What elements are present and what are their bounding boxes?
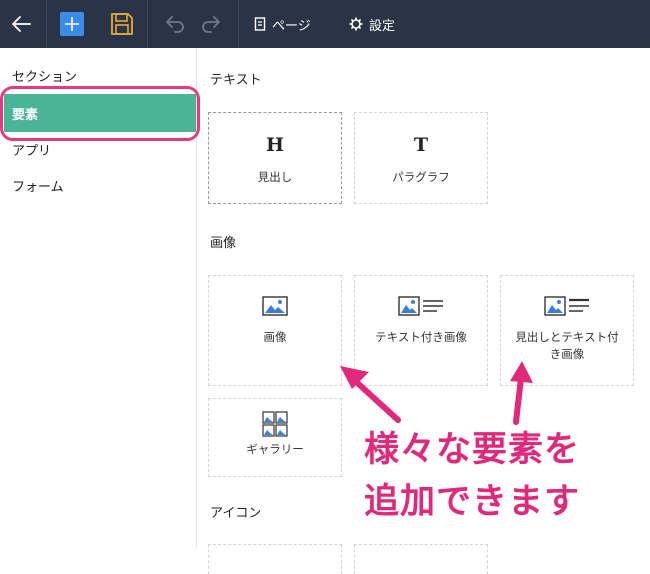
- sidebar-item-label: フォーム: [12, 179, 64, 195]
- element-card-icon-partial[interactable]: [354, 544, 488, 574]
- sidebar-item-label: アプリ: [12, 143, 52, 159]
- settings-button-label: 設定: [369, 18, 396, 34]
- sidebar-item-section[interactable]: セクション: [0, 57, 196, 93]
- card-label: ギャラリー: [246, 442, 304, 456]
- page-button[interactable]: ページ: [254, 14, 311, 34]
- section-title-icon: アイコン: [210, 506, 262, 521]
- page-button-label: ページ: [272, 18, 311, 34]
- toolbar: ページ 設定: [0, 0, 650, 48]
- image-heading-text-icon: [544, 295, 590, 317]
- sidebar-item-form[interactable]: フォーム: [0, 167, 196, 203]
- card-label: 見出し: [257, 170, 293, 184]
- card-label: パラグラフ: [392, 170, 450, 184]
- save-button[interactable]: [109, 11, 135, 37]
- element-card-image[interactable]: 画像: [208, 275, 342, 386]
- element-card-heading[interactable]: H 見出し: [208, 112, 342, 204]
- card-label: 画像: [263, 330, 287, 344]
- annotation-callout: 様々な要素を 追加できます: [364, 424, 648, 528]
- document-icon: [254, 17, 266, 31]
- plus-icon: [65, 17, 79, 31]
- back-button[interactable]: [9, 12, 33, 36]
- element-card-icon-partial[interactable]: [208, 544, 342, 574]
- section-title-image: 画像: [210, 236, 237, 251]
- annotation-line1: 様々な要素を: [364, 430, 581, 470]
- gear-icon: [349, 17, 363, 31]
- arrow-left-icon: [12, 16, 31, 32]
- redo-icon: [202, 16, 220, 33]
- sidebar-item-label: 要素: [12, 107, 39, 123]
- annotation-line2: 追加できます: [364, 482, 581, 522]
- heading-glyph-icon: H: [266, 134, 284, 156]
- card-label-line1: 見出しとテキスト付: [515, 330, 619, 344]
- settings-button[interactable]: 設定: [349, 14, 395, 34]
- card-label: 見出しとテキスト付 き画像: [509, 329, 624, 363]
- undo-button[interactable]: [163, 13, 187, 35]
- sidebar: セクション 要素 アプリ フォーム: [0, 48, 197, 548]
- card-label-line2: き画像: [549, 347, 585, 361]
- redo-button[interactable]: [199, 13, 223, 35]
- sidebar-item-label: セクション: [12, 69, 78, 85]
- element-card-paragraph[interactable]: T パラグラフ: [354, 112, 488, 204]
- card-label: テキスト付き画像: [375, 330, 467, 344]
- element-card-image-with-text[interactable]: テキスト付き画像: [354, 275, 488, 386]
- section-title-text: テキスト: [210, 73, 262, 88]
- sidebar-item-elements[interactable]: 要素: [4, 94, 196, 132]
- paragraph-glyph-icon: T: [413, 134, 429, 156]
- element-card-image-heading-text[interactable]: 見出しとテキスト付 き画像: [500, 275, 634, 386]
- sidebar-item-apps[interactable]: アプリ: [0, 131, 196, 167]
- add-element-button[interactable]: [60, 12, 84, 36]
- undo-icon: [166, 16, 184, 33]
- image-text-icon: [398, 295, 444, 317]
- image-icon: [262, 295, 288, 317]
- gallery-icon: [262, 411, 288, 437]
- element-card-gallery[interactable]: ギャラリー: [208, 398, 342, 477]
- save-icon: [111, 13, 133, 35]
